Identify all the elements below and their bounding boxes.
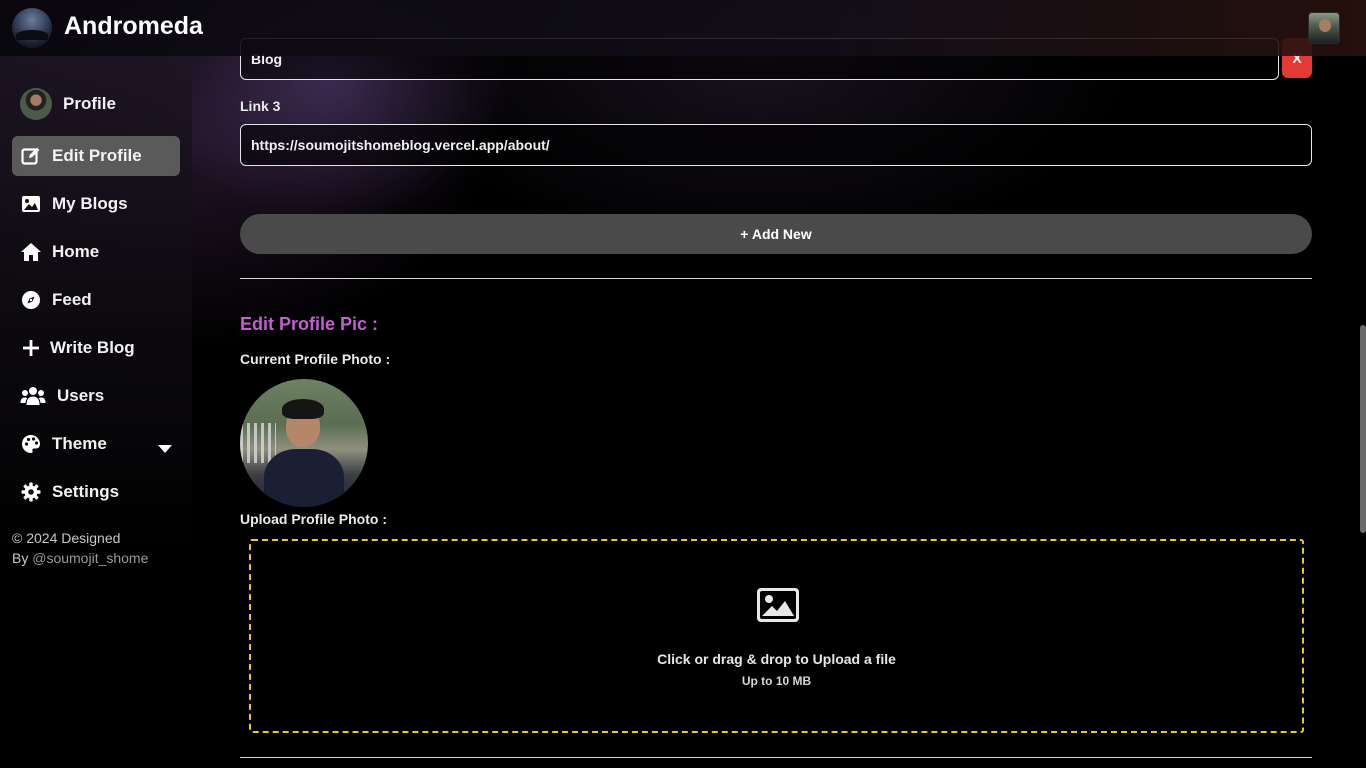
profile-avatar — [20, 88, 52, 120]
sidebar-footer: © 2024 Designed By @soumojit_shome — [12, 528, 148, 568]
sidebar-item-label: Feed — [52, 290, 92, 309]
user-avatar-button[interactable] — [1308, 12, 1340, 44]
upload-dropzone[interactable]: Click or drag & drop to Upload a file Up… — [249, 539, 1304, 733]
current-photo-label: Current Profile Photo : — [240, 351, 391, 367]
current-profile-photo — [240, 379, 368, 507]
palette-icon — [20, 433, 42, 455]
sidebar-item-profile[interactable]: Profile — [12, 84, 180, 124]
dropzone-size-limit: Up to 10 MB — [741, 674, 812, 688]
upload-photo-label: Upload Profile Photo : — [240, 511, 387, 527]
top-bar: Andromeda — [0, 0, 1366, 56]
app-name[interactable]: Andromeda — [64, 12, 203, 41]
sidebar-item-users[interactable]: Users — [12, 376, 180, 416]
link-3-label: Link 3 — [240, 98, 281, 114]
sidebar-item-label: Theme — [52, 434, 107, 453]
sidebar-item-label: Edit Profile — [52, 146, 142, 165]
credit-line: By @soumojit_shome — [12, 548, 148, 568]
sidebar-item-edit-profile[interactable]: Edit Profile — [12, 136, 180, 176]
photo-fence — [240, 423, 276, 463]
main-content: Blog X Link 3 https://soumojitshomeblog.… — [192, 0, 1366, 768]
sidebar-item-settings[interactable]: Settings — [12, 472, 180, 512]
sidebar-item-theme[interactable]: Theme — [12, 424, 180, 464]
edit-profile-pic-heading: Edit Profile Pic : — [240, 314, 379, 334]
credit-prefix: By — [12, 550, 33, 566]
copyright-text: © 2024 Designed — [12, 530, 121, 546]
home-icon — [20, 241, 42, 263]
sidebar: Profile Edit Profile My Blogs Home Feed … — [0, 56, 192, 768]
sidebar-item-label: Settings — [52, 482, 120, 501]
sidebar-item-label: Home — [52, 242, 100, 261]
plus-icon — [20, 337, 42, 359]
scrollbar-thumb[interactable] — [1360, 325, 1366, 533]
gear-icon — [20, 481, 42, 503]
sidebar-item-write-blog[interactable]: Write Blog — [12, 328, 180, 368]
section-divider — [240, 278, 1312, 279]
image-upload-icon — [756, 587, 800, 628]
sidebar-item-home[interactable]: Home — [12, 232, 180, 272]
author-handle: @soumojit_shome — [32, 550, 149, 566]
compass-icon — [20, 289, 42, 311]
app-logo[interactable] — [12, 8, 52, 48]
edit-icon — [20, 145, 42, 167]
sidebar-item-my-blogs[interactable]: My Blogs — [12, 184, 180, 224]
sidebar-item-label: Profile — [63, 94, 116, 113]
chevron-down-icon[interactable] — [158, 440, 172, 458]
sidebar-item-label: Users — [57, 386, 105, 405]
scrollbar[interactable] — [1360, 0, 1366, 768]
users-icon — [20, 385, 46, 407]
add-new-link-button[interactable]: + Add New — [240, 214, 1312, 254]
dropzone-instruction: Click or drag & drop to Upload a file — [657, 651, 896, 667]
sidebar-item-feed[interactable]: Feed — [12, 280, 180, 320]
photo-shirt — [264, 449, 344, 507]
sidebar-item-label: My Blogs — [52, 194, 128, 213]
link-3-input[interactable]: https://soumojitshomeblog.vercel.app/abo… — [240, 124, 1312, 166]
bottom-divider — [240, 757, 1312, 758]
image-icon — [20, 193, 42, 215]
sidebar-item-label: Write Blog — [50, 338, 135, 357]
photo-hair — [282, 399, 324, 419]
